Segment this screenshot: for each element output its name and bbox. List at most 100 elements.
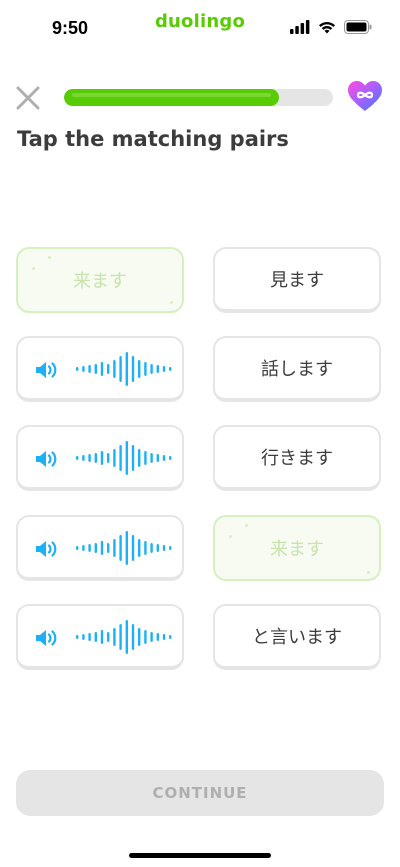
waveform-bar: [131, 356, 135, 382]
audio-tile-left-4[interactable]: [16, 515, 184, 581]
sparkle-decoration: [32, 267, 35, 270]
waveform-bar: [150, 632, 153, 642]
sparkle-decoration: [229, 535, 232, 538]
waveform-bar: [76, 367, 79, 371]
page-title: Tap the matching pairs: [17, 127, 289, 151]
speaker-icon: [36, 362, 57, 378]
waveform-bar: [169, 367, 172, 371]
waveform-bar: [156, 544, 159, 552]
pair-tile-right-3[interactable]: 行きます: [213, 425, 381, 491]
waveform-bar: [107, 453, 110, 463]
sparkle-decoration: [48, 256, 51, 259]
waveform-bar: [82, 634, 85, 640]
pair-tile-left-1[interactable]: 来ます: [16, 247, 184, 313]
waveform-bar: [169, 456, 172, 460]
tile-word: と言います: [252, 627, 342, 648]
tile-word: 来ます: [73, 271, 127, 292]
waveform-bar: [76, 456, 79, 460]
waveform-bar: [144, 362, 147, 376]
audio-tile-left-5[interactable]: [16, 604, 184, 670]
status-bar: 9:50 duolingo: [0, 0, 400, 60]
waveform-bar: [94, 632, 97, 642]
waveform-bar: [94, 364, 97, 374]
waveform-bar: [144, 451, 147, 465]
waveform-bar: [144, 630, 147, 644]
waveform-bar: [94, 543, 97, 553]
waveform-bar: [107, 543, 110, 553]
continue-button[interactable]: CONTINUE: [16, 770, 384, 816]
waveform-bar: [156, 365, 159, 373]
waveform-bar: [169, 546, 172, 550]
waveform-bar: [113, 449, 116, 467]
sparkle-decoration: [367, 571, 370, 574]
waveform-bar: [119, 624, 122, 650]
waveform-bar: [125, 531, 128, 565]
infinity-heart-icon[interactable]: [347, 80, 383, 113]
waveform-bar: [144, 541, 147, 555]
pair-tile-right-2[interactable]: 話します: [213, 336, 381, 402]
waveform-bar: [94, 453, 97, 463]
pair-tile-right-5[interactable]: と言います: [213, 604, 381, 670]
tile-word: 来ます: [270, 539, 324, 560]
sparkle-decoration: [245, 524, 248, 527]
tile-word: 見ます: [270, 270, 324, 291]
waveform-bar: [138, 628, 141, 646]
waveform-bar: [162, 455, 166, 461]
waveform-bar: [107, 364, 110, 374]
waveform-bar: [119, 445, 122, 471]
pair-tile-right-4[interactable]: 来ます: [213, 515, 381, 581]
waveform-bar: [119, 535, 122, 561]
close-icon[interactable]: [14, 84, 42, 112]
home-indicator[interactable]: [129, 853, 271, 858]
tile-word: 行きます: [261, 448, 333, 469]
lesson-progress-bar: [64, 89, 333, 106]
status-icons: [290, 20, 372, 34]
lesson-progress-shine: [72, 93, 271, 97]
audio-tile-left-2[interactable]: [16, 336, 184, 402]
cellular-signal-icon: [290, 20, 310, 34]
waveform-bar: [100, 541, 104, 555]
lesson-progress-fill: [64, 89, 279, 106]
waveform-bar: [169, 635, 172, 639]
waveform-bar: [119, 356, 122, 382]
waveform-bar: [125, 352, 128, 386]
waveform-bar: [76, 546, 79, 550]
waveform-bar: [138, 449, 141, 467]
pair-tile-right-1[interactable]: 見ます: [213, 247, 381, 313]
waveform-bar: [150, 543, 153, 553]
waveform-bar: [131, 624, 135, 650]
battery-icon: [344, 20, 372, 34]
waveform-bar: [100, 362, 104, 376]
waveform-bar: [131, 535, 135, 561]
waveform-bar: [100, 630, 104, 644]
speaker-icon: [36, 630, 57, 646]
audio-waveform-icon: [76, 620, 172, 654]
waveform-bar: [76, 635, 79, 639]
waveform-bar: [150, 364, 153, 374]
waveform-bar: [138, 360, 141, 378]
waveform-bar: [125, 620, 128, 654]
waveform-bar: [88, 365, 91, 373]
waveform-bar: [131, 445, 135, 471]
waveform-bar: [156, 454, 159, 462]
waveform-bar: [88, 633, 91, 641]
waveform-bar: [150, 453, 153, 463]
audio-tile-left-3[interactable]: [16, 425, 184, 491]
tile-word: 話します: [261, 359, 333, 380]
waveform-bar: [113, 360, 116, 378]
waveform-bar: [107, 632, 110, 642]
waveform-bar: [88, 544, 91, 552]
waveform-bar: [162, 634, 166, 640]
audio-waveform-icon: [76, 352, 172, 386]
audio-waveform-icon: [76, 441, 172, 475]
waveform-bar: [162, 545, 166, 551]
waveform-bar: [100, 451, 104, 465]
speaker-icon: [36, 451, 57, 467]
waveform-bar: [82, 455, 85, 461]
waveform-bar: [82, 366, 85, 372]
continue-label: CONTINUE: [152, 784, 248, 802]
waveform-bar: [162, 366, 166, 372]
waveform-bar: [82, 545, 85, 551]
sparkle-decoration: [170, 301, 173, 304]
speaker-icon: [36, 541, 57, 557]
